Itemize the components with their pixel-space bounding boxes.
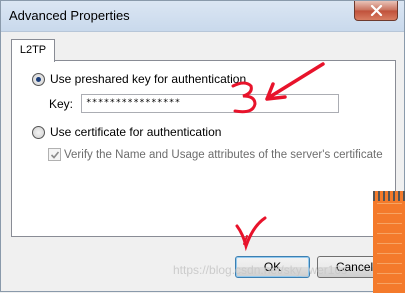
title-bar[interactable]: Advanced Properties (1, 1, 404, 32)
notepad-rings (373, 191, 405, 201)
close-button[interactable] (354, 1, 398, 21)
preshared-key-label[interactable]: Use preshared key for authentication (50, 72, 246, 86)
advanced-properties-dialog: Advanced Properties L2TP Use preshared k… (0, 0, 405, 293)
close-icon (370, 5, 383, 16)
window-title: Advanced Properties (9, 8, 130, 23)
certificate-label[interactable]: Use certificate for authentication (50, 125, 221, 139)
key-field[interactable]: **************** (81, 94, 339, 113)
watermark: https://blog.csdn.net/sky_wer16s (173, 263, 348, 277)
preshared-key-radio[interactable] (32, 73, 45, 86)
tab-strip: L2TP (11, 39, 396, 62)
notepad-page (377, 203, 402, 291)
verify-checkbox[interactable] (48, 148, 61, 161)
notepad-decoration (373, 191, 405, 293)
verify-label: Verify the Name and Usage attributes of … (64, 149, 383, 161)
tab-l2tp[interactable]: L2TP (11, 39, 55, 62)
certificate-radio[interactable] (32, 126, 45, 139)
check-icon (50, 151, 60, 159)
key-label: Key: (49, 97, 74, 111)
